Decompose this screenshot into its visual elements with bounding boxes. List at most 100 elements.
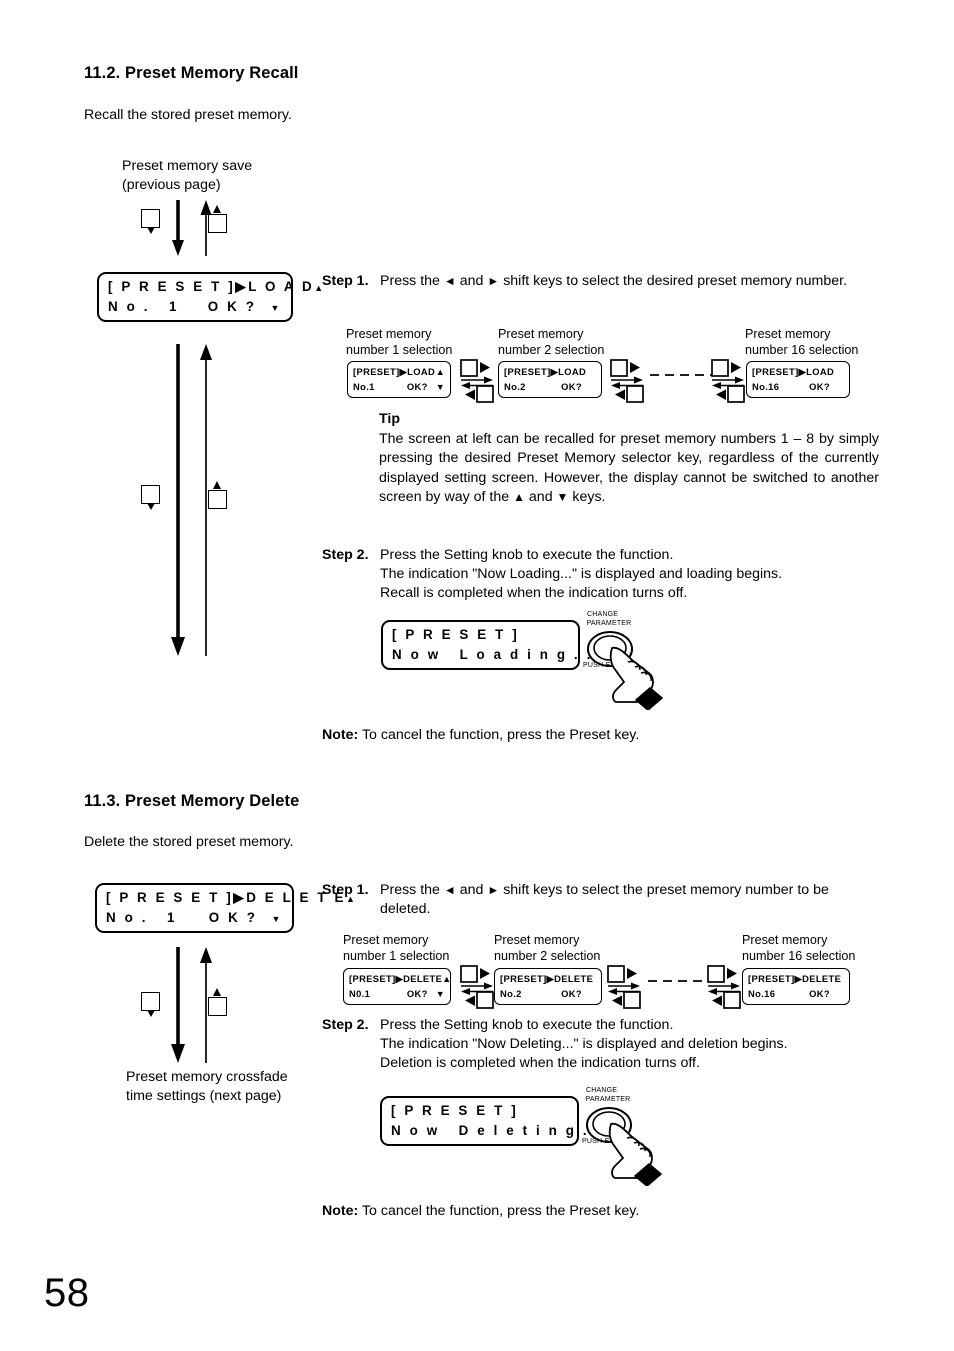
down-key-triangle-icon (147, 227, 155, 234)
lcd-delete-no1-line1-left: [PRESET]▶DELETE (349, 972, 443, 984)
up-key-icon-3 (208, 997, 227, 1016)
lcd-load-no1-down-arrow-icon: ▼ (435, 381, 445, 392)
tip-label: Tip (379, 411, 401, 427)
flow-label-next-page: Preset memory crossfade time settings (n… (126, 1068, 386, 1106)
lcd-delete-no1-up-arrow-icon: ▲ (442, 973, 452, 984)
selection-caption-16-recall-line2: number 16 selection (745, 343, 859, 358)
shift-right-arrow-icon-2: ► (487, 883, 500, 897)
step1-recall-text: Press the ◄ and ► shift keys to select t… (380, 272, 880, 291)
lcd-load-no1: [PRESET]▶LOAD ▲ No.1 OK? ▼ (347, 361, 451, 398)
step2-recall-label: Step 2. (322, 547, 369, 563)
lcd-delete-line1: [ P R E S E T ] ▶D E L E T E ▲ (106, 888, 355, 908)
lcd-delete-no2-line2-mid: OK? (561, 987, 582, 999)
selection-caption-1-recall-line2: number 1 selection (346, 343, 453, 358)
flow-label-previous-page-line1: Preset memory save (122, 158, 253, 174)
lcd-load-no1-line2-left: No.1 (353, 380, 375, 392)
knob-label-line1-recall: CHANGE (587, 611, 619, 618)
flow-label-next-page-line2: time settings (next page) (126, 1088, 282, 1105)
selection-caption-1-delete: Preset memory number 1 selection (343, 932, 493, 964)
lcd-delete-line1-left: [ P R E S E T ] (106, 890, 234, 906)
note-recall-text: To cancel the function, press the Preset… (361, 727, 640, 743)
step1-recall-label: Step 1. (322, 273, 369, 289)
step1-recall-text-and: and (459, 273, 484, 289)
tip-body-part2: keys. (572, 489, 606, 506)
step1-delete-text-before: Press the (380, 882, 440, 898)
lcd-delete-no1-down-arrow-icon: ▼ (435, 988, 445, 999)
up-key-icon (208, 214, 227, 233)
lcd-load-no1-line1: [PRESET]▶LOAD ▲ (353, 365, 445, 380)
lcd-load-line1-left: [ P R E S E T ] (108, 279, 236, 295)
selection-caption-16-recall: Preset memory number 16 selection (745, 326, 905, 358)
lcd-delete-line2-down-arrow-icon: ▼ (271, 914, 283, 924)
lcd-load-no16-line1-left: [PRESET]▶LOAD (752, 365, 835, 377)
selection-caption-2-recall: Preset memory number 2 selection (498, 326, 653, 358)
flow-label-previous-page: Preset memory save (previous page) (122, 157, 362, 195)
up-key-triangle-icon (213, 205, 221, 213)
lcd-load-no16-line1: [PRESET]▶LOAD (752, 365, 844, 380)
step2-recall-line3: Recall is completed when the indication … (380, 585, 688, 602)
section-intro-delete: Delete the stored preset memory. (84, 834, 294, 850)
selection-caption-2-delete-line2: number 2 selection (494, 949, 601, 964)
down-key-triangle-icon-2 (147, 503, 155, 510)
lcd-delete-no2: [PRESET]▶DELETE No.2 OK? (494, 968, 602, 1005)
knob-label-change-parameter-recall: CHANGE (587, 611, 619, 620)
knob-label-line2-delete: PARAMETER (585, 1096, 631, 1103)
lcd-load-no16: [PRESET]▶LOAD No.16 OK? (746, 361, 850, 398)
dashed-continuation-delete (648, 980, 710, 982)
lcd-load-line1-mid: ▶L O A D (235, 279, 315, 295)
lcd-load-no2: [PRESET]▶LOAD No.2 OK? (498, 361, 602, 398)
step2-recall: Step 2. Press the Setting knob to execut… (322, 546, 880, 604)
step1-delete-text: Press the ◄ and ► shift keys to select t… (380, 881, 880, 919)
selection-caption-2-recall-line1: Preset memory (498, 327, 584, 341)
tip-body-and: and (528, 489, 553, 506)
lcd-delete-no1-line2-mid: OK? (406, 987, 428, 999)
lcd-delete-no16-line2-left: No.16 (748, 987, 776, 999)
step2-delete-line3: Deletion is completed when the indicatio… (380, 1055, 700, 1072)
lcd-load-no16-line2: No.16 OK? (752, 380, 844, 395)
lcd-now-loading: [ P R E S E T ] N o w L o a d i n g . . … (381, 620, 603, 670)
note-delete-label: Note: (322, 1203, 359, 1219)
tip-down-arrow-icon: ▼ (556, 490, 569, 505)
selection-caption-1-delete-line1: Preset memory (343, 933, 429, 947)
step2-delete-label: Step 2. (322, 1017, 369, 1033)
note-recall: Note: To cancel the function, press the … (322, 726, 639, 745)
dashed-continuation-recall (650, 374, 712, 376)
selection-caption-1-recall-line1: Preset memory (346, 327, 432, 341)
selection-caption-16-delete: Preset memory number 16 selection (742, 932, 902, 964)
lcd-load-line2: N o . 1 O K ? ▼ (108, 297, 282, 317)
lcd-delete-no16-line2: No.16 OK? (748, 987, 844, 1002)
lcd-now-deleting-line2: N o w D e l e t i n g . . . (391, 1123, 615, 1138)
lcd-load-line2-left: N o . 1 (108, 299, 180, 314)
lcd-delete-no2-line2-left: No.2 (500, 987, 522, 999)
lcd-load-line1: [ P R E S E T ] ▶L O A D ▲ (108, 277, 323, 297)
tip-up-arrow-icon: ▲ (513, 490, 525, 505)
lcd-load-no2-line2-left: No.2 (504, 380, 526, 392)
up-key-icon-2 (208, 490, 227, 509)
lcd-load-no1-line1-left: [PRESET]▶LOAD (353, 365, 436, 377)
lcd-load-no1-line2-mid: OK? (406, 380, 428, 392)
lcd-preset-delete-main: [ P R E S E T ] ▶D E L E T E ▲ N o . 1 O … (95, 883, 355, 933)
selection-caption-2-delete: Preset memory number 2 selection (494, 932, 649, 964)
knob-label-line1-delete: CHANGE (586, 1087, 618, 1094)
lcd-delete-no16-line1-left: [PRESET]▶DELETE (748, 972, 842, 984)
step2-delete-text: Press the Setting knob to execute the fu… (380, 1016, 880, 1074)
selection-caption-1-recall: Preset memory number 1 selection (346, 326, 496, 358)
shift-left-arrow-icon-2: ◄ (443, 883, 456, 897)
lcd-delete-no16-line2-mid: OK? (809, 987, 830, 999)
lcd-delete-no1-line1: [PRESET]▶DELETE ▲ (349, 972, 451, 987)
lcd-load-no2-line1-left: [PRESET]▶LOAD (504, 365, 587, 377)
lcd-now-deleting-line1: [ P R E S E T ] (391, 1103, 519, 1119)
up-key-triangle-icon-2 (213, 481, 221, 489)
lcd-load-no1-line2: No.1 OK? ▼ (353, 380, 445, 395)
step1-delete-label: Step 1. (322, 882, 369, 898)
lcd-now-deleting: [ P R E S E T ] N o w D e l e t i n g . … (380, 1096, 615, 1146)
section-intro-recall: Recall the stored preset memory. (84, 107, 292, 123)
selection-caption-2-delete-line1: Preset memory (494, 933, 580, 947)
section-heading-delete: 11.3. Preset Memory Delete (84, 792, 300, 810)
selection-caption-2-recall-line2: number 2 selection (498, 343, 605, 358)
note-delete-text: To cancel the function, press the Preset… (361, 1203, 640, 1219)
selection-caption-1-delete-line2: number 1 selection (343, 949, 450, 964)
section-heading-recall: 11.2. Preset Memory Recall (84, 64, 299, 82)
lcd-delete-no2-line1: [PRESET]▶DELETE (500, 972, 596, 987)
selection-caption-16-delete-line2: number 16 selection (742, 949, 856, 964)
